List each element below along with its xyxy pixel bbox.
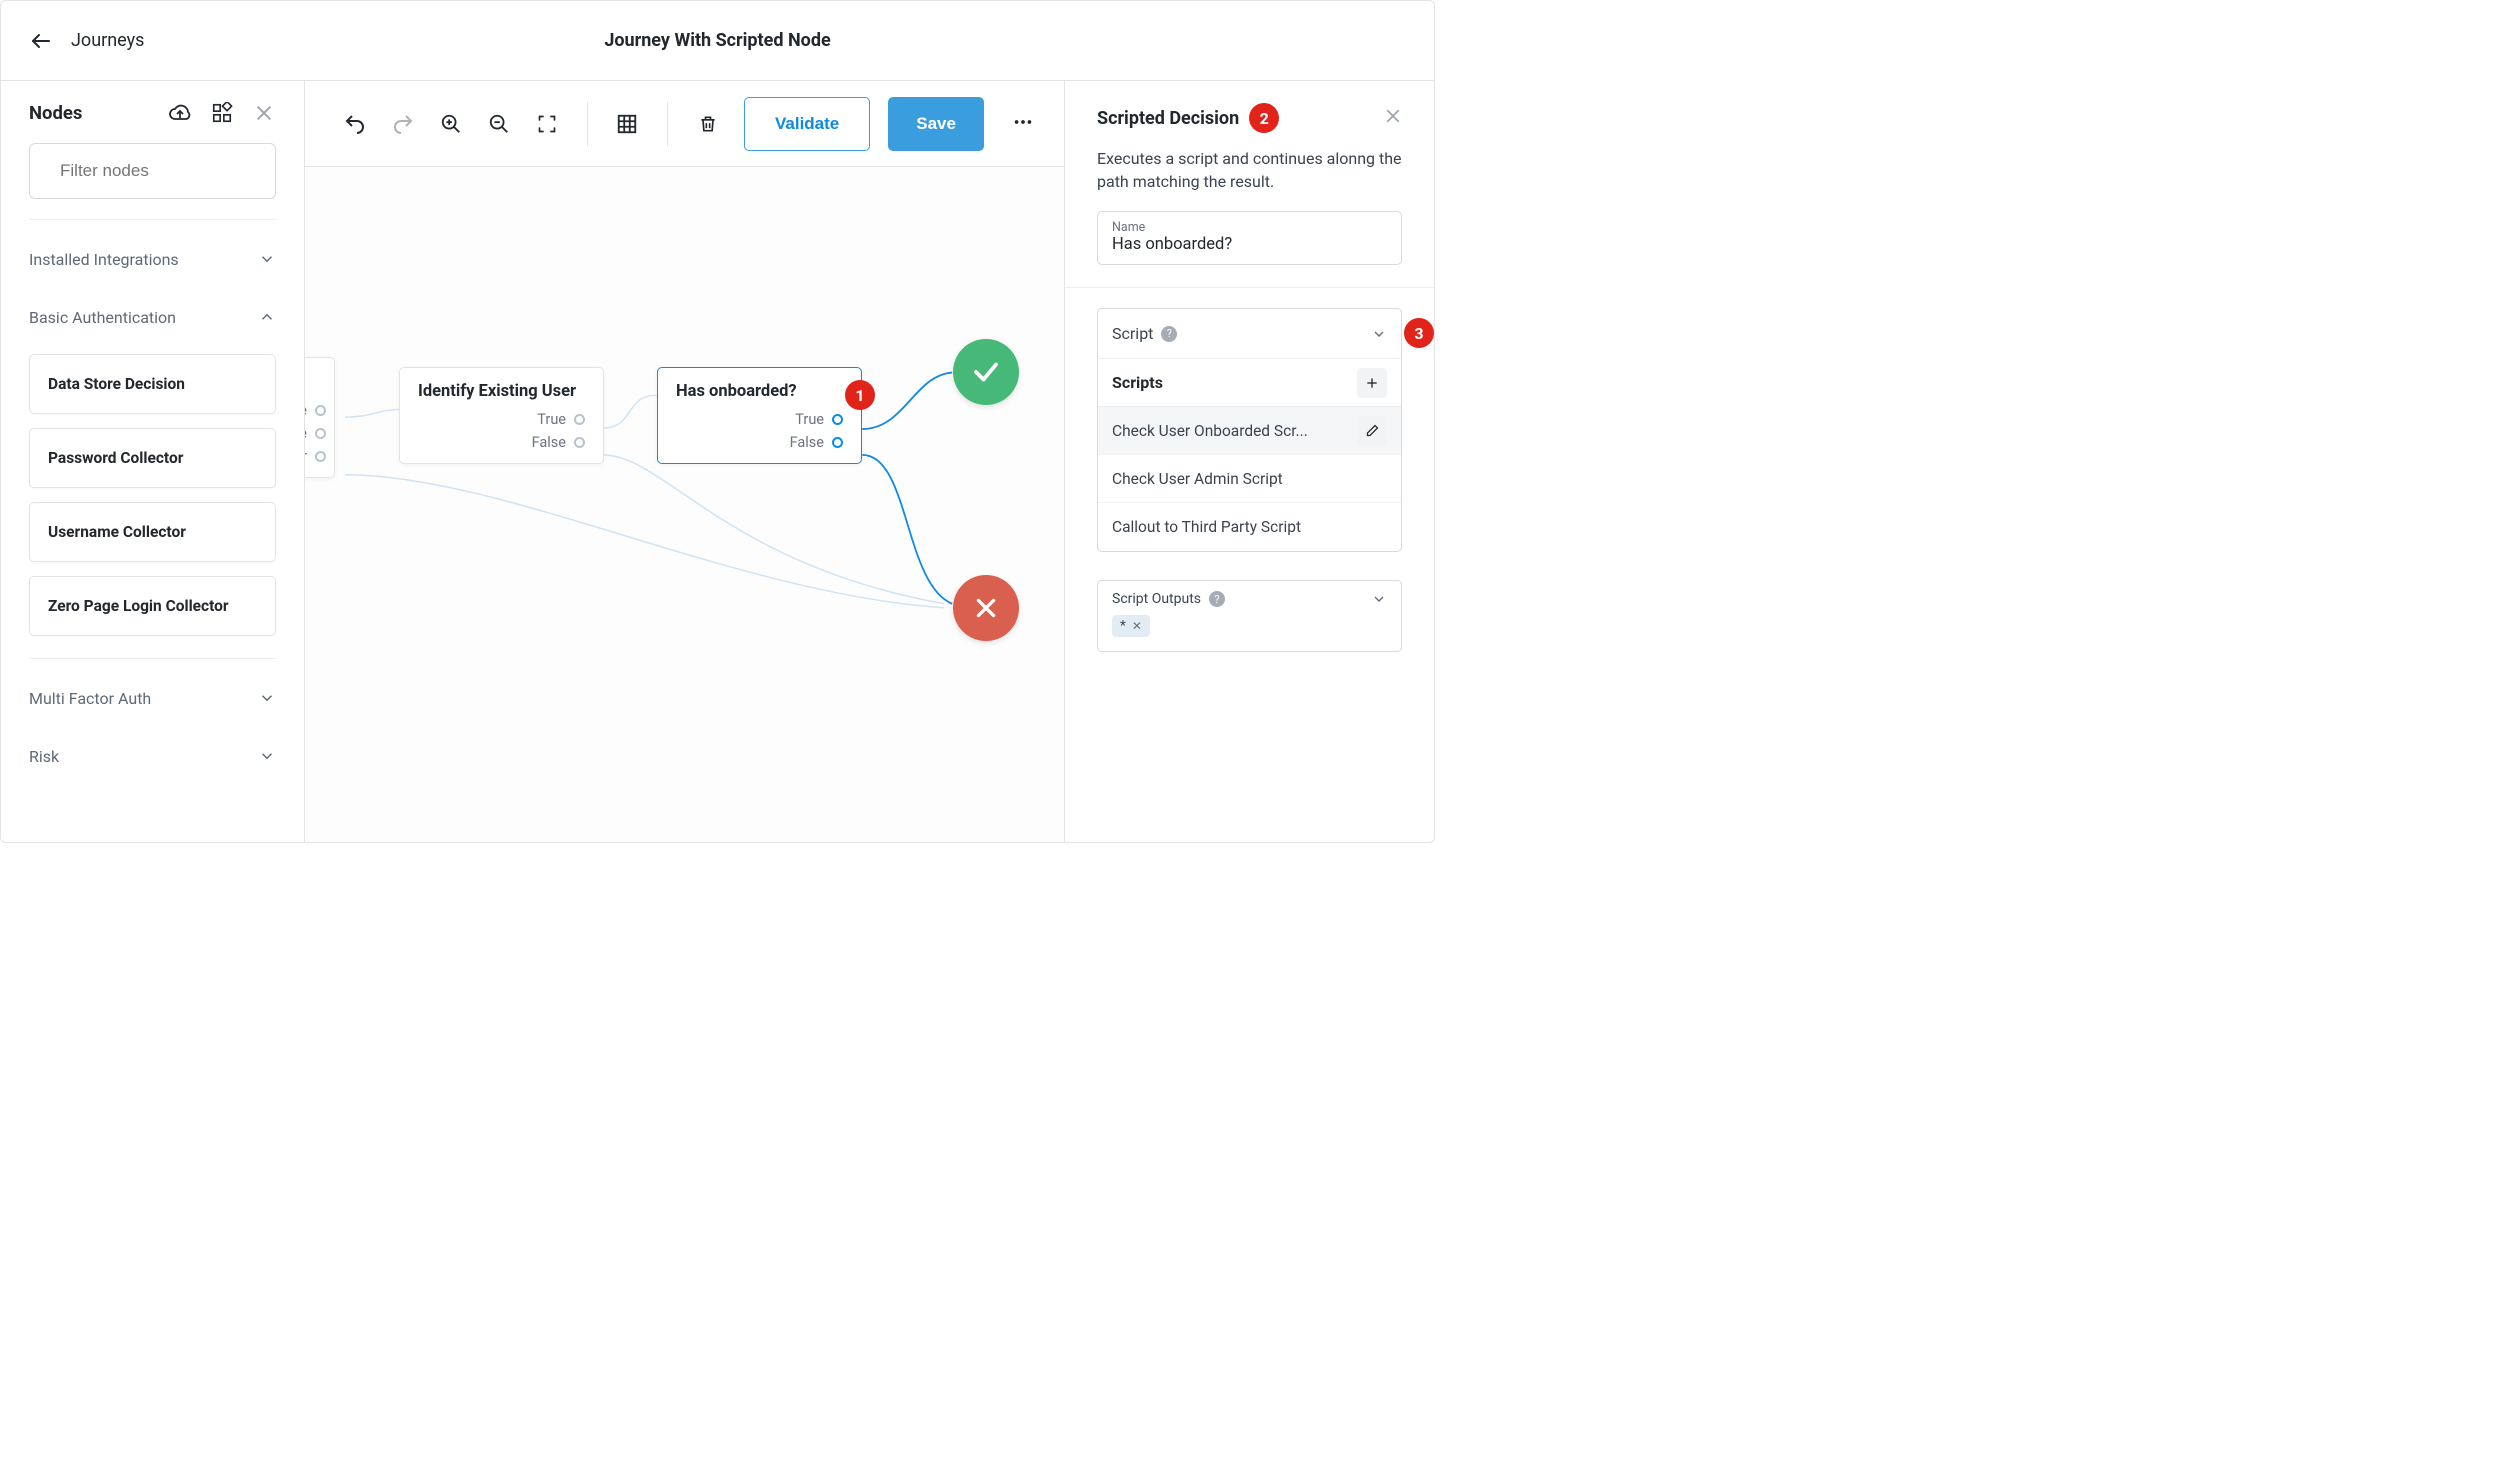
category-label: Risk bbox=[29, 747, 59, 766]
category-mfa[interactable]: Multi Factor Auth bbox=[29, 669, 276, 727]
script-item-onboarded[interactable]: Check User Onboarded Scr... 5 bbox=[1098, 407, 1401, 455]
page-title: Journey With Scripted Node bbox=[604, 30, 830, 51]
chevron-down-icon bbox=[1371, 326, 1387, 342]
node-title: Has onboarded? bbox=[676, 382, 843, 401]
canvas-failure-node[interactable] bbox=[953, 575, 1019, 641]
script-outputs-label: Script Outputs bbox=[1112, 591, 1201, 607]
journey-canvas[interactable]: ue lse ror Identify Existing User True F… bbox=[305, 167, 1064, 842]
fit-screen-button[interactable] bbox=[527, 102, 567, 146]
script-dropdown-toggle[interactable]: Script ? bbox=[1097, 308, 1402, 358]
delete-button[interactable] bbox=[688, 102, 728, 146]
chevron-down-icon bbox=[258, 250, 276, 268]
chevron-down-icon bbox=[258, 747, 276, 765]
script-item-admin[interactable]: Check User Admin Script bbox=[1098, 455, 1401, 503]
script-outputs-field[interactable]: Script Outputs ? * ✕ bbox=[1097, 580, 1402, 652]
node-title: Identify Existing User bbox=[418, 382, 585, 401]
category-label: Basic Authentication bbox=[29, 308, 176, 327]
help-icon[interactable]: ? bbox=[1161, 326, 1177, 342]
edit-script-button[interactable] bbox=[1357, 416, 1387, 446]
output-tag[interactable]: * ✕ bbox=[1112, 615, 1150, 637]
more-menu-button[interactable] bbox=[1012, 111, 1034, 137]
undo-button[interactable] bbox=[335, 102, 375, 146]
inspector-close-button[interactable] bbox=[1384, 107, 1402, 129]
add-script-button[interactable] bbox=[1357, 368, 1387, 398]
category-installed-integrations[interactable]: Installed Integrations bbox=[29, 230, 276, 288]
callout-badge-2: 2 bbox=[1249, 103, 1279, 133]
close-icon[interactable] bbox=[252, 101, 276, 125]
chevron-up-icon bbox=[258, 308, 276, 326]
node-chip-password-collector[interactable]: Password Collector bbox=[29, 428, 276, 488]
category-basic-auth[interactable]: Basic Authentication bbox=[29, 288, 276, 346]
zoom-in-button[interactable] bbox=[431, 102, 471, 146]
zoom-out-button[interactable] bbox=[479, 102, 519, 146]
node-chip-username-collector[interactable]: Username Collector bbox=[29, 502, 276, 562]
chevron-down-icon bbox=[1371, 591, 1387, 607]
name-field[interactable]: Name Has onboarded? bbox=[1097, 211, 1402, 265]
chevron-down-icon bbox=[258, 689, 276, 707]
filter-input[interactable] bbox=[60, 161, 281, 181]
save-button[interactable]: Save bbox=[888, 97, 984, 151]
callout-badge-1: 1 bbox=[845, 380, 875, 410]
node-chip-data-store-decision[interactable]: Data Store Decision bbox=[29, 354, 276, 414]
validate-button[interactable]: Validate bbox=[744, 97, 870, 151]
node-chip-zero-page-login[interactable]: Zero Page Login Collector bbox=[29, 576, 276, 636]
inspector-title: Scripted Decision bbox=[1097, 108, 1239, 129]
script-item-callout[interactable]: Callout to Third Party Script bbox=[1098, 503, 1401, 551]
canvas-node-identify-user[interactable]: Identify Existing User True False bbox=[399, 367, 604, 464]
cloud-upload-icon[interactable] bbox=[168, 101, 192, 125]
sidebar-title: Nodes bbox=[29, 102, 150, 124]
category-risk[interactable]: Risk bbox=[29, 727, 276, 785]
redo-button[interactable] bbox=[383, 102, 423, 146]
filter-input-wrap[interactable] bbox=[29, 143, 276, 199]
back-button[interactable] bbox=[29, 29, 53, 53]
category-label: Installed Integrations bbox=[29, 250, 179, 269]
grid-toggle-button[interactable] bbox=[607, 102, 647, 146]
inspector-description: Executes a script and continues alonng t… bbox=[1097, 147, 1402, 193]
category-label: Multi Factor Auth bbox=[29, 689, 151, 708]
breadcrumb[interactable]: Journeys bbox=[71, 30, 144, 51]
canvas-node-clipped[interactable]: ue lse ror bbox=[305, 357, 335, 478]
callout-badge-3: 3 bbox=[1404, 318, 1434, 348]
name-value: Has onboarded? bbox=[1112, 235, 1387, 254]
scripts-heading: Scripts bbox=[1112, 373, 1163, 392]
canvas-success-node[interactable] bbox=[953, 339, 1019, 405]
help-icon[interactable]: ? bbox=[1209, 591, 1225, 607]
canvas-node-has-onboarded[interactable]: Has onboarded? True False 1 bbox=[657, 367, 862, 464]
remove-tag-icon[interactable]: ✕ bbox=[1132, 619, 1142, 633]
script-label: Script bbox=[1112, 324, 1153, 343]
name-label: Name bbox=[1112, 220, 1387, 235]
widgets-icon[interactable] bbox=[210, 101, 234, 125]
